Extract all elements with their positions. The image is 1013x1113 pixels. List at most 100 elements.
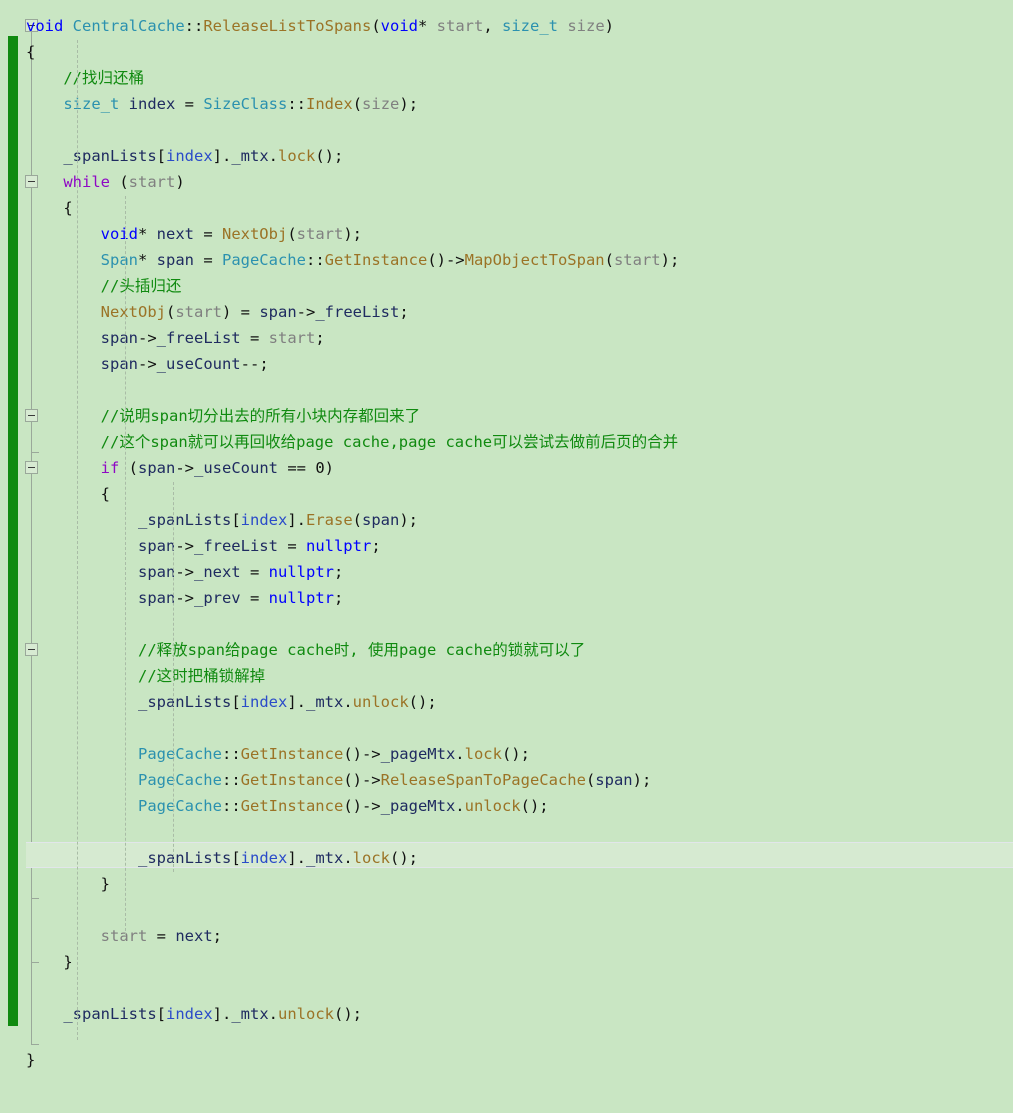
code-token-id: span [137,589,176,607]
code-line[interactable]: { [26,481,110,507]
code-token-op: . [455,797,465,815]
code-token-fn: GetInstance [240,797,344,815]
code-token-op: ()-> [343,745,381,763]
code-line[interactable]: if (span->_useCount == 0) [26,455,334,481]
code-token-var: start [175,303,222,321]
code-token-op: . [268,1005,279,1023]
code-line[interactable]: } [26,949,73,975]
code-line[interactable]: span->_next = nullptr; [26,559,343,585]
code-line[interactable]: void CentralCache::ReleaseListToSpans(vo… [26,13,614,39]
code-token-op: ]. [287,849,306,867]
code-token-op [26,225,101,243]
code-token-op: ); [399,511,419,529]
code-text-area[interactable]: void CentralCache::ReleaseListToSpans(vo… [0,0,1013,1113]
code-token-op: -> [175,589,194,607]
code-token-id: _spanLists [137,511,232,529]
code-line[interactable]: } [26,871,110,897]
code-token-op: [ [231,511,241,529]
code-token-kw: nullptr [305,537,372,555]
code-line[interactable]: span->_freeList = start; [26,325,325,351]
code-token-id: span [156,251,194,269]
code-line[interactable]: { [26,39,35,65]
code-token-fn: lock [464,745,502,763]
code-token-idx: index [240,849,288,867]
code-editor[interactable]: void CentralCache::ReleaseListToSpans(vo… [0,0,1013,1113]
code-line[interactable]: _spanLists[index]._mtx.lock(); [26,845,418,871]
code-token-kw: void [26,17,64,35]
code-line[interactable]: _spanLists[index].Erase(span); [26,507,418,533]
code-token-idx: index [166,1005,213,1023]
code-line[interactable]: _spanLists[index]._mtx.unlock(); [26,689,437,715]
code-token-cls: PageCache [137,771,222,789]
code-line[interactable]: //这个span就可以再回收给page cache,page cache可以尝试… [26,429,678,455]
code-token-op: == [278,459,316,477]
code-token-op: ()-> [427,251,465,269]
code-token-op [26,693,138,711]
code-token-op: } [26,953,73,971]
code-line[interactable]: //释放span给page cache时, 使用page cache的锁就可以了 [26,637,585,663]
code-token-op: = [240,589,269,607]
code-line[interactable]: //头插归还 [26,273,182,299]
code-token-op [26,511,138,529]
code-line[interactable]: PageCache::GetInstance()->ReleaseSpanToP… [26,767,651,793]
code-token-op: = [175,95,204,113]
code-token-op: [ [231,693,241,711]
code-token-fn: GetInstance [324,251,428,269]
code-token-fn: ReleaseSpanToPageCache [380,771,586,789]
code-token-id: _freeList [193,537,278,555]
code-line[interactable]: _spanLists[index]._mtx.lock(); [26,143,343,169]
code-token-op: ]. [212,1005,232,1023]
code-line[interactable]: span->_freeList = nullptr; [26,533,381,559]
code-line[interactable]: NextObj(start) = span->_freeList; [26,299,409,325]
code-token-op: (); [315,147,344,165]
code-line[interactable]: //这时把桶锁解掉 [26,663,265,689]
code-token-id: _mtx [306,849,344,867]
code-token-op: :: [184,17,204,35]
code-line[interactable]: //找归还桶 [26,65,144,91]
code-line[interactable]: while (start) [26,169,185,195]
code-line[interactable]: { [26,195,72,221]
code-token-op: ); [660,251,680,269]
code-token-op [26,95,63,113]
code-token-op: -> [175,563,194,581]
code-token-cls: SizeClass [203,95,288,113]
code-token-type: size_t [63,95,120,113]
code-token-num: 0 [315,459,325,477]
code-token-op [26,537,138,555]
code-token-var: size [567,17,605,35]
code-token-op: ; [371,537,381,555]
code-line[interactable]: Span* span = PageCache::GetInstance()->M… [26,247,680,273]
code-token-id: next [175,927,213,945]
code-line[interactable]: //说明span切分出去的所有小块内存都回来了 [26,403,421,429]
code-token-op: ) [175,173,185,191]
code-token-idx: index [240,693,288,711]
code-token-id: span [100,329,138,347]
code-token-op: -> [296,303,316,321]
code-line[interactable]: start = next; [26,923,222,949]
code-token-id: span [138,459,176,477]
code-token-id: _mtx [231,147,269,165]
code-token-op [119,95,128,113]
code-token-op: ]. [287,511,306,529]
code-token-op: ); [343,225,362,243]
code-line[interactable]: PageCache::GetInstance()->_pageMtx.lock(… [26,741,530,767]
code-token-op: -> [175,537,194,555]
code-token-cmt: //释放span给page cache时, 使用page cache的锁就可以了 [26,641,586,659]
code-token-id: next [156,225,194,243]
code-token-op: -> [175,459,194,477]
code-token-id: _mtx [306,693,344,711]
code-token-op: :: [221,745,241,763]
code-token-op: ()-> [343,771,381,789]
code-line[interactable]: } [26,1047,35,1073]
code-token-op [26,329,101,347]
code-line[interactable]: span->_prev = nullptr; [26,585,343,611]
code-token-id: span [362,511,400,529]
code-token-kw: void [380,17,418,35]
code-token-fn: Erase [306,511,353,529]
code-token-op: * [137,251,157,269]
code-token-idx: index [240,511,288,529]
code-line[interactable]: size_t index = SizeClass::Index(size); [26,91,418,117]
code-line[interactable]: PageCache::GetInstance()->_pageMtx.unloc… [26,793,549,819]
code-token-op: :: [221,797,241,815]
code-line[interactable]: span->_useCount--; [26,351,269,377]
